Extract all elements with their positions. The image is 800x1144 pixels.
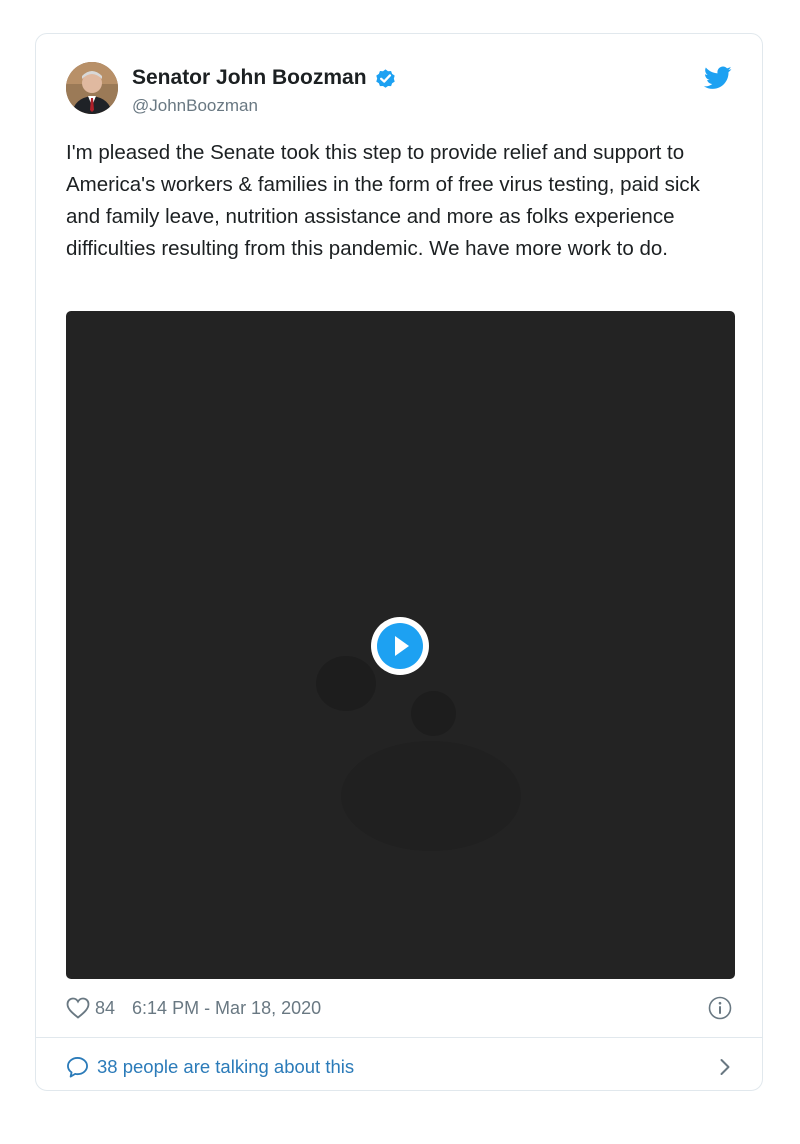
timestamp[interactable]: 6:14 PM - Mar 18, 2020 xyxy=(132,998,321,1019)
play-button[interactable] xyxy=(371,617,429,675)
info-icon[interactable] xyxy=(708,996,732,1020)
author-block: Senator John Boozman @JohnBoozman xyxy=(132,64,397,118)
verified-badge-icon xyxy=(375,68,395,88)
video-frame-shadow xyxy=(316,656,376,711)
like-button[interactable]: 84 xyxy=(66,997,115,1019)
video-frame-shadow xyxy=(411,691,456,736)
conversation-label: 38 people are talking about this xyxy=(97,1056,355,1077)
twitter-bird-icon[interactable] xyxy=(704,66,732,90)
tweet-meta: 84 6:14 PM - Mar 18, 2020 xyxy=(66,994,732,1022)
like-count: 84 xyxy=(95,997,116,1018)
tweet-header: Senator John Boozman @JohnBoozman xyxy=(66,62,732,118)
conversation-link[interactable]: 38 people are talking about this xyxy=(66,1052,732,1082)
display-name[interactable]: Senator John Boozman xyxy=(132,64,367,92)
video-player[interactable] xyxy=(66,311,735,979)
tweet-card: Senator John Boozman @JohnBoozman I'm pl… xyxy=(35,33,763,1091)
tweet-text: I'm pleased the Senate took this step to… xyxy=(66,141,700,260)
heart-outline-icon xyxy=(66,997,90,1019)
divider xyxy=(36,1037,762,1038)
display-name-row: Senator John Boozman xyxy=(132,64,397,92)
speech-bubble-icon xyxy=(67,1057,88,1078)
chevron-right-icon[interactable] xyxy=(718,1057,732,1077)
play-circle xyxy=(377,623,423,669)
video-frame-shadow xyxy=(341,741,521,851)
avatar-portrait-icon xyxy=(66,62,118,114)
play-icon xyxy=(395,636,409,656)
avatar[interactable] xyxy=(66,62,118,114)
handle[interactable]: @JohnBoozman xyxy=(132,94,397,118)
